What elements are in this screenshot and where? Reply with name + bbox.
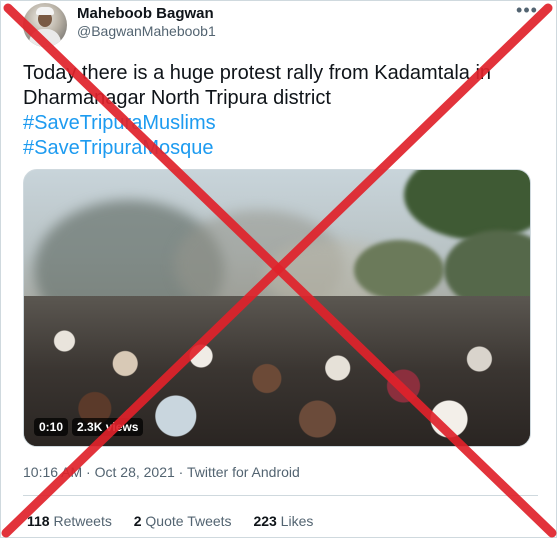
meta-separator: · bbox=[174, 464, 187, 480]
likes-stat[interactable]: 223 Likes bbox=[253, 513, 313, 529]
avatar[interactable] bbox=[23, 3, 67, 47]
tweet-metadata: 10:16 AM · Oct 28, 2021 · Twitter for An… bbox=[23, 464, 300, 480]
likes-label: Likes bbox=[276, 513, 314, 529]
retweets-label: Retweets bbox=[49, 513, 112, 529]
hashtag-link-1[interactable]: #SaveTripuraMuslims bbox=[23, 111, 543, 136]
author-name[interactable]: Maheboob Bagwan bbox=[77, 5, 214, 22]
tree-foliage bbox=[354, 240, 444, 300]
tweet-time[interactable]: 10:16 AM bbox=[23, 464, 82, 480]
more-options-icon[interactable]: ••• bbox=[515, 1, 539, 23]
meta-separator: · bbox=[82, 464, 95, 480]
video-views: 2.3K views bbox=[72, 418, 144, 436]
engagement-stats: 118 Retweets 2 Quote Tweets 223 Likes bbox=[27, 513, 331, 529]
tweet-card: Maheboob Bagwan @BagwanMaheboob1 ••• Tod… bbox=[0, 0, 557, 538]
tweet-source[interactable]: Twitter for Android bbox=[187, 464, 300, 480]
video-duration: 0:10 bbox=[34, 418, 69, 436]
retweets-stat[interactable]: 118 Retweets bbox=[27, 513, 112, 529]
hashtag-link-2[interactable]: #SaveTripuraMosque bbox=[23, 136, 543, 161]
quote-tweets-stat[interactable]: 2 Quote Tweets bbox=[134, 513, 232, 529]
tweet-text: Today there is a huge protest rally from… bbox=[23, 61, 543, 161]
quotes-count: 2 bbox=[133, 513, 142, 529]
author-handle[interactable]: @BagwanMaheboob1 bbox=[77, 23, 216, 39]
quotes-label: Quote Tweets bbox=[141, 513, 232, 529]
video-player[interactable]: 0:10 2.3K views bbox=[23, 169, 531, 447]
avatar-body-shape bbox=[29, 29, 61, 47]
video-badges: 0:10 2.3K views bbox=[34, 418, 144, 436]
tweet-date[interactable]: Oct 28, 2021 bbox=[95, 464, 175, 480]
divider bbox=[23, 495, 538, 496]
retweets-count: 118 bbox=[27, 513, 50, 529]
avatar-cap-shape bbox=[36, 7, 54, 15]
likes-count: 223 bbox=[253, 513, 277, 529]
tweet-text-line-1: Today there is a huge protest rally from… bbox=[23, 62, 492, 84]
tree-foliage bbox=[404, 170, 530, 240]
tweet-text-line-2: Dharmanagar North Tripura district bbox=[23, 87, 331, 109]
